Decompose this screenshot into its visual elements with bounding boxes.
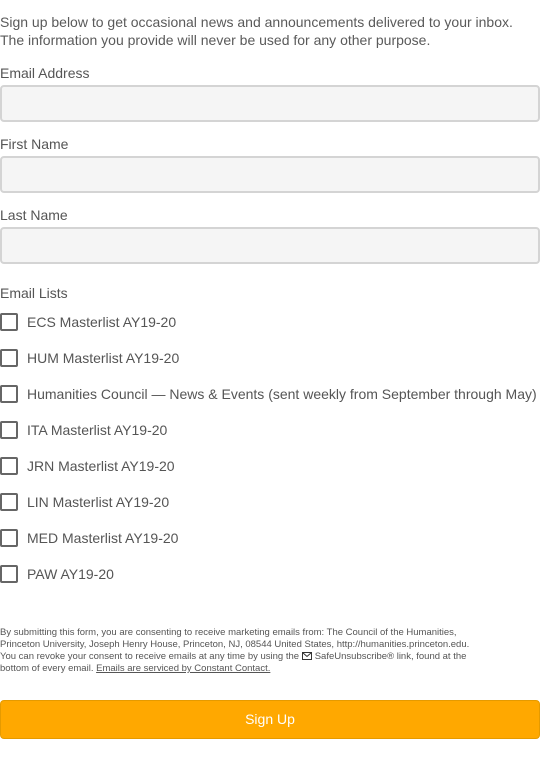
list-item-paw[interactable]: PAW AY19-20 [0, 564, 114, 584]
list-item-med[interactable]: MED Masterlist AY19-20 [0, 528, 178, 548]
envelope-icon [301, 652, 312, 660]
consent-line-2: Princeton University, Joseph Henry House… [0, 639, 470, 650]
list-item-label: HUM Masterlist AY19-20 [27, 350, 180, 366]
checkbox[interactable] [0, 457, 18, 475]
consent-line-4: bottom of every email. Emails are servic… [0, 663, 540, 675]
last-name-label: Last Name [0, 207, 68, 223]
checkbox[interactable] [0, 565, 18, 583]
list-item-label: PAW AY19-20 [27, 566, 114, 582]
list-item-ita[interactable]: ITA Masterlist AY19-20 [0, 420, 167, 440]
list-item-ecs[interactable]: ECS Masterlist AY19-20 [0, 312, 176, 332]
list-item-label: ECS Masterlist AY19-20 [27, 314, 177, 330]
checkbox[interactable] [0, 349, 18, 367]
safeunsubscribe-link-text: SafeUnsubscribe® link, found at the [314, 651, 467, 662]
consent-line-4-text: bottom of every email. [0, 663, 94, 674]
email-label: Email Address [0, 65, 90, 81]
list-item-label: MED Masterlist AY19-20 [27, 530, 179, 546]
checkbox[interactable] [0, 421, 18, 439]
intro-text: Sign up below to get occasional news and… [0, 13, 540, 49]
intro-line-2: The information you provide will never b… [0, 32, 431, 48]
sign-up-button[interactable]: Sign Up [0, 700, 540, 739]
consent-line-3: You can revoke your consent to receive e… [0, 651, 540, 663]
intro-line-1: Sign up below to get occasional news and… [0, 14, 513, 30]
email-field[interactable] [0, 85, 540, 122]
last-name-field[interactable] [0, 227, 540, 264]
list-item-label: Humanities Council — News & Events (sent… [27, 386, 537, 402]
list-item-humanities-council[interactable]: Humanities Council — News & Events (sent… [0, 384, 537, 404]
list-item-lin[interactable]: LIN Masterlist AY19-20 [0, 492, 169, 512]
list-item-label: LIN Masterlist AY19-20 [27, 494, 170, 510]
list-item-label: JRN Masterlist AY19-20 [27, 458, 175, 474]
checkbox[interactable] [0, 493, 18, 511]
consent-line-1: By submitting this form, you are consent… [0, 627, 457, 638]
consent-text: By submitting this form, you are consent… [0, 627, 540, 675]
checkbox[interactable] [0, 529, 18, 547]
first-name-label: First Name [0, 136, 69, 152]
checkbox[interactable] [0, 385, 18, 403]
constant-contact-link[interactable]: Emails are serviced by Constant Contact. [96, 663, 270, 674]
first-name-field[interactable] [0, 156, 540, 193]
checkbox[interactable] [0, 313, 18, 331]
email-lists-heading: Email Lists [0, 285, 68, 301]
consent-line-3-text: You can revoke your consent to receive e… [0, 651, 300, 662]
list-item-label: ITA Masterlist AY19-20 [27, 422, 168, 438]
list-item-jrn[interactable]: JRN Masterlist AY19-20 [0, 456, 175, 476]
list-item-hum[interactable]: HUM Masterlist AY19-20 [0, 348, 179, 368]
